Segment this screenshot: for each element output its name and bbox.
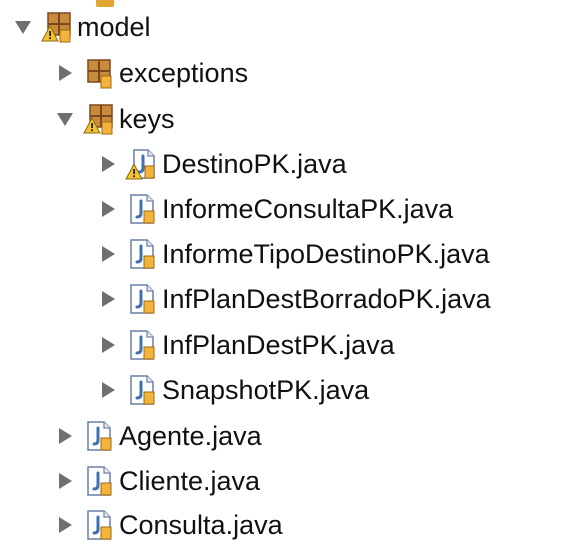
chevron-right-icon[interactable] xyxy=(97,334,119,356)
tree-item-destinopk[interactable]: DestinoPK.java xyxy=(97,142,347,186)
tree-item-model[interactable]: model xyxy=(12,5,151,49)
chevron-right-icon[interactable] xyxy=(97,198,119,220)
chevron-right-icon[interactable] xyxy=(97,379,119,401)
chevron-right-icon[interactable] xyxy=(97,243,119,265)
tree-item-label: Agente.java xyxy=(119,421,262,451)
chevron-right-icon[interactable] xyxy=(54,62,76,84)
tree-item-label: InfPlanDestBorradoPK.java xyxy=(162,284,491,314)
chevron-right-icon[interactable] xyxy=(54,470,76,492)
tree-item-label: InformeTipoDestinoPK.java xyxy=(162,239,490,269)
chevron-right-icon[interactable] xyxy=(54,514,76,536)
tree-item-label: Consulta.java xyxy=(119,510,283,540)
tree-item-consulta[interactable]: Consulta.java xyxy=(54,503,283,547)
tree-item-snapshotpk[interactable]: SnapshotPK.java xyxy=(97,368,369,412)
package-icon xyxy=(87,59,112,89)
chevron-right-icon[interactable] xyxy=(54,425,76,447)
chevron-down-icon[interactable] xyxy=(12,16,34,38)
tree-item-label: InfPlanDestPK.java xyxy=(162,330,395,360)
tree-item-label: Cliente.java xyxy=(119,466,261,496)
tree-item-label: DestinoPK.java xyxy=(162,149,347,179)
chevron-right-icon[interactable] xyxy=(97,288,119,310)
java-file-warning-icon xyxy=(125,149,155,180)
java-file-icon xyxy=(87,466,112,496)
chevron-down-icon[interactable] xyxy=(54,108,76,130)
tree-item-label: keys xyxy=(119,104,175,134)
tree-item-infplandestpk[interactable]: InfPlanDestPK.java xyxy=(97,323,395,367)
tree-item-exceptions[interactable]: exceptions xyxy=(54,51,248,95)
tree-item-informetipodestinopk[interactable]: InformeTipoDestinoPK.java xyxy=(97,232,490,276)
tree-item-label: model xyxy=(77,12,151,42)
java-file-icon xyxy=(130,284,155,314)
package-explorer-tree: model exceptions keys DestinoPK.java Inf… xyxy=(0,0,561,546)
chevron-right-icon[interactable] xyxy=(97,153,119,175)
package-warning-icon xyxy=(41,12,71,43)
tree-item-label: InformeConsultaPK.java xyxy=(162,194,454,224)
java-file-icon xyxy=(130,194,155,224)
tree-item-infplandestborradopk[interactable]: InfPlanDestBorradoPK.java xyxy=(97,277,491,321)
java-file-icon xyxy=(87,510,112,540)
package-warning-icon xyxy=(83,104,113,135)
tree-item-keys[interactable]: keys xyxy=(54,97,175,141)
java-file-icon xyxy=(87,421,112,451)
tree-item-label: exceptions xyxy=(119,58,249,88)
tree-item-cliente[interactable]: Cliente.java xyxy=(54,459,260,503)
tree-item-informeconsultapk[interactable]: InformeConsultaPK.java xyxy=(97,187,453,231)
java-file-icon xyxy=(130,375,155,405)
tree-item-agente[interactable]: Agente.java xyxy=(54,414,262,458)
java-file-icon xyxy=(130,330,155,360)
tree-item-label: SnapshotPK.java xyxy=(162,375,370,405)
java-file-icon xyxy=(130,239,155,269)
